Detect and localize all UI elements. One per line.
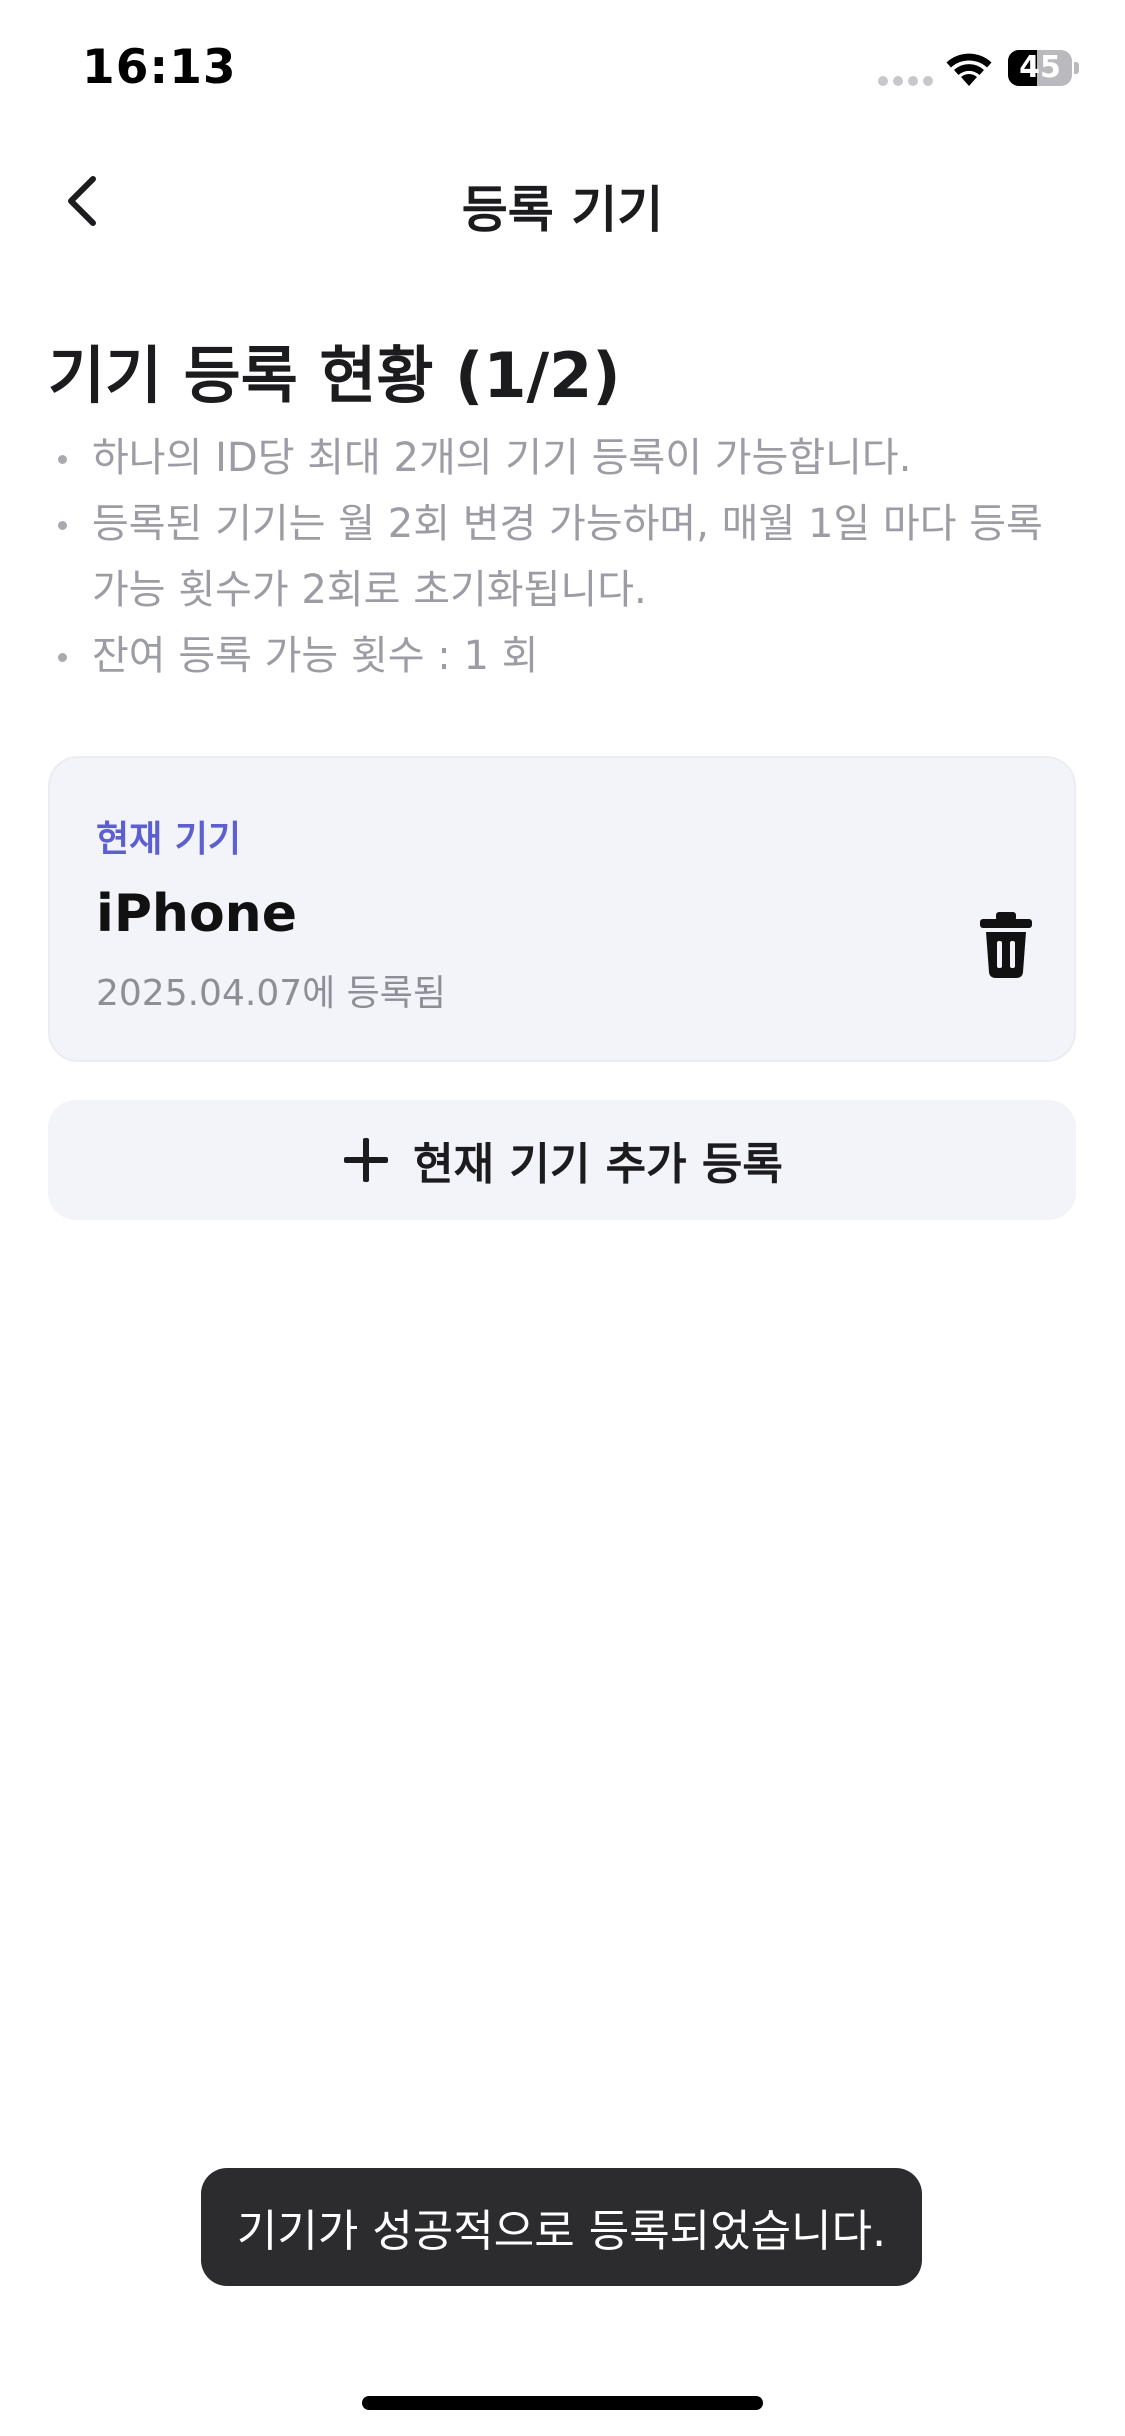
back-button[interactable]: [48, 166, 118, 236]
notice-item: 하나의 ID당 최대 2개의 기기 등록이 가능합니다.: [48, 425, 1078, 491]
current-device-label: 현재 기기: [96, 819, 242, 860]
notice-item: 잔여 등록 가능 횟수 : 1 회: [48, 623, 1078, 689]
chevron-left-icon: [68, 176, 96, 226]
notice-item: 등록된 기기는 월 2회 변경 가능하며, 매월 1일 마다 등록 가능 횟수가…: [48, 491, 1078, 623]
cellular-signal-icon: [878, 76, 933, 86]
plus-icon: [344, 1138, 389, 1182]
device-card: 현재 기기 iPhone 2025.04.07에 등록됨: [48, 756, 1076, 1062]
add-button-label: 현재 기기 추가 등록: [413, 1139, 783, 1190]
device-registered-date: 2025.04.07에 등록됨: [96, 973, 447, 1014]
battery-level: 45: [1019, 50, 1061, 85]
battery-icon: 45: [1008, 50, 1072, 86]
page-title: 등록 기기: [461, 181, 664, 239]
notice-list: 하나의 ID당 최대 2개의 기기 등록이 가능합니다. 등록된 기기는 월 2…: [48, 425, 1078, 689]
add-current-device-button[interactable]: 현재 기기 추가 등록: [48, 1100, 1076, 1220]
toast-message: 기기가 성공적으로 등록되었습니다.: [236, 2206, 887, 2257]
status-time: 16:13: [82, 40, 237, 95]
home-indicator[interactable]: [362, 2396, 763, 2410]
toast: 기기가 성공적으로 등록되었습니다.: [201, 2168, 922, 2286]
status-bar: 16:13 45: [0, 0, 1125, 140]
registration-status-title: 기기 등록 현황 (1/2): [48, 339, 621, 412]
battery-cap: [1074, 62, 1079, 74]
trash-icon: [980, 912, 1032, 978]
wifi-icon: [946, 53, 992, 86]
delete-device-button[interactable]: [976, 910, 1036, 980]
device-name: iPhone: [96, 884, 297, 944]
